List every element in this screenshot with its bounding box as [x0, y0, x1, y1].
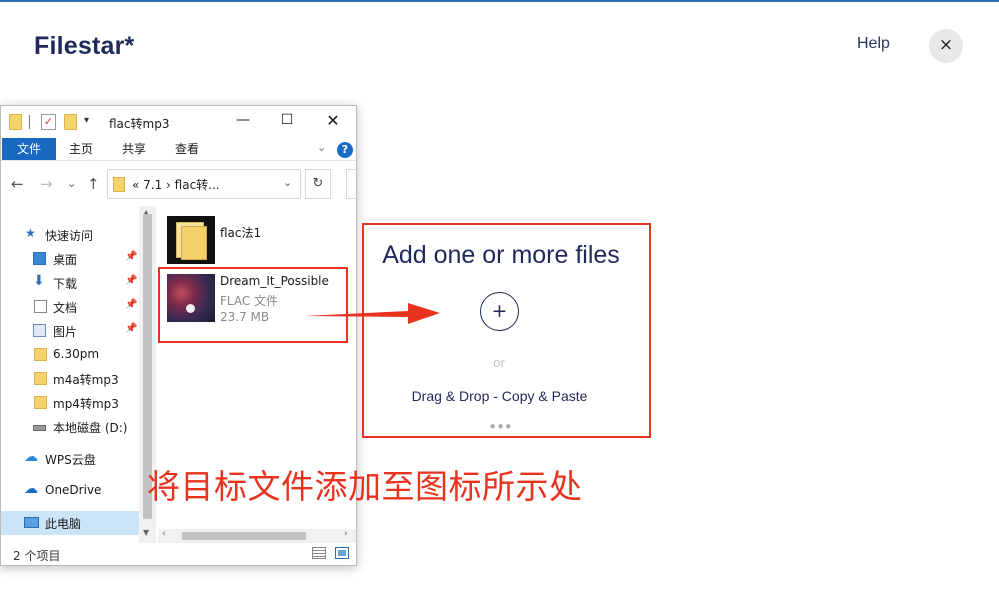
- onedrive-icon: ☁: [24, 481, 38, 497]
- help-icon[interactable]: ?: [337, 142, 353, 158]
- folder-paper: [181, 226, 207, 260]
- new-folder-icon[interactable]: [64, 114, 77, 130]
- folder-thumbnail-icon: [167, 216, 215, 264]
- drag-drop-hint: Drag & Drop - Copy & Paste: [411, 388, 588, 404]
- drive-icon: [33, 425, 46, 431]
- sidebar-item-wps-cloud[interactable]: ☁ WPS云盘: [1, 447, 139, 471]
- sidebar-item-this-pc[interactable]: 此电脑: [1, 511, 139, 535]
- sidebar-item-folder-630pm[interactable]: 6.30pm: [1, 343, 139, 367]
- drop-zone-title: Add one or more files: [382, 241, 620, 269]
- sidebar-item-pictures[interactable]: 图片 📌: [1, 319, 139, 343]
- document-icon: [34, 300, 47, 313]
- close-icon: ×: [938, 35, 954, 55]
- more-options-icon[interactable]: •••: [485, 420, 515, 435]
- recent-locations-icon[interactable]: ⌄: [67, 177, 76, 190]
- sidebar-item-onedrive[interactable]: ☁ OneDrive: [1, 479, 139, 503]
- picture-icon: [33, 324, 46, 337]
- scroll-down-icon[interactable]: ▼: [143, 528, 149, 537]
- computer-icon: [24, 517, 39, 528]
- sidebar-item-documents[interactable]: 文档 📌: [1, 295, 139, 319]
- folder-icon: [34, 348, 47, 361]
- item-count: 2 个项目: [13, 549, 61, 563]
- tab-view[interactable]: 查看: [175, 138, 199, 160]
- sidebar-item-label: 下载: [53, 277, 78, 291]
- add-files-button[interactable]: +: [480, 292, 519, 331]
- star-icon: ★: [25, 226, 36, 240]
- address-path[interactable]: « 7.1 › flac转...: [132, 176, 220, 193]
- address-dropdown-icon[interactable]: ⌄: [283, 176, 292, 189]
- window-title: flac转mp3: [109, 117, 170, 131]
- toolbar-separator: [29, 115, 30, 129]
- tab-file[interactable]: 文件: [2, 138, 56, 160]
- forward-icon[interactable]: →: [40, 175, 53, 193]
- tiles-view-icon[interactable]: [335, 547, 349, 559]
- desktop-icon: [33, 252, 46, 265]
- sidebar-item-label: OneDrive: [45, 483, 102, 497]
- sidebar-item-label: WPS云盘: [45, 453, 96, 467]
- sidebar-item-label: mp4转mp3: [53, 397, 119, 411]
- back-icon[interactable]: ←: [11, 175, 24, 193]
- folder-icon: [34, 396, 47, 409]
- sidebar-item-label: 文档: [53, 301, 78, 315]
- sidebar-item-desktop[interactable]: 桌面 📌: [1, 247, 139, 271]
- sidebar-item-label: 此电脑: [45, 517, 82, 531]
- plus-icon: +: [491, 300, 508, 322]
- navigation-bar: ← → ⌄ ↑ « 7.1 › flac转... ⌄ ↻: [1, 161, 358, 206]
- address-bar[interactable]: « 7.1 › flac转... ⌄: [107, 169, 301, 199]
- sidebar-item-label: m4a转mp3: [53, 373, 119, 387]
- status-bar: 2 个项目: [1, 543, 356, 566]
- maximize-button[interactable]: ☐: [277, 112, 297, 132]
- sidebar-item-drive-d[interactable]: 本地磁盘 (D:): [1, 415, 139, 439]
- list-item[interactable]: flac法1: [164, 212, 344, 268]
- instruction-caption: 将目标文件添加至图标所示处: [147, 467, 583, 506]
- pin-icon[interactable]: 📌: [125, 251, 137, 262]
- download-icon: ⬇: [33, 273, 45, 289]
- sidebar-item-label: 图片: [53, 325, 78, 339]
- minimize-button[interactable]: —: [233, 112, 253, 132]
- pin-icon[interactable]: 📌: [125, 299, 137, 310]
- scroll-right-icon[interactable]: ›: [344, 529, 348, 539]
- window-close-button[interactable]: ✕: [323, 111, 343, 131]
- sidebar-item-quick-access[interactable]: ★ 快速访问: [1, 223, 139, 247]
- or-divider: or: [493, 355, 505, 370]
- sidebar-item-label: 本地磁盘 (D:): [53, 421, 128, 435]
- sidebar-item-label: 桌面: [53, 253, 78, 267]
- customize-toolbar-icon[interactable]: ▾: [84, 115, 89, 126]
- help-link[interactable]: Help: [857, 35, 890, 53]
- details-view-icon[interactable]: [312, 547, 326, 559]
- folder-icon: [9, 114, 22, 130]
- search-input[interactable]: [346, 169, 358, 199]
- sidebar-item-downloads[interactable]: ⬇ 下载 📌: [1, 271, 139, 295]
- sidebar-item-folder-m4a[interactable]: m4a转mp3: [1, 367, 139, 391]
- sidebar-item-label: 快速访问: [45, 229, 94, 243]
- sidebar-item-folder-mp4[interactable]: mp4转mp3: [1, 391, 139, 415]
- tab-home[interactable]: 主页: [69, 138, 93, 160]
- properties-icon[interactable]: ✓: [41, 114, 56, 130]
- close-button[interactable]: ×: [929, 29, 963, 63]
- cloud-icon: ☁: [24, 449, 38, 465]
- file-list-scrollbar[interactable]: ‹ ›: [158, 529, 356, 543]
- top-accent-line: [0, 0, 999, 2]
- refresh-button[interactable]: ↻: [305, 169, 331, 199]
- folder-icon: [34, 372, 47, 385]
- expand-ribbon-icon[interactable]: ⌄: [317, 141, 326, 154]
- file-name: flac法1: [220, 226, 262, 240]
- folder-icon: [113, 177, 125, 192]
- filestar-logo: Filestar*: [34, 32, 135, 60]
- scrollbar-thumb[interactable]: [182, 532, 306, 540]
- pin-icon[interactable]: 📌: [125, 275, 137, 286]
- navigation-pane: ★ 快速访问 桌面 📌 ⬇ 下载 📌 文档 📌 图片 📌 6.30pm m4a转…: [1, 206, 156, 543]
- up-icon[interactable]: ↑: [87, 175, 100, 193]
- sidebar-item-label: 6.30pm: [53, 347, 100, 361]
- pin-icon[interactable]: 📌: [125, 323, 137, 334]
- scroll-left-icon[interactable]: ‹: [162, 529, 166, 539]
- explorer-titlebar: ✓ ▾ flac转mp3 — ☐ ✕: [1, 106, 356, 138]
- tab-share[interactable]: 共享: [122, 138, 146, 160]
- ribbon-tabs: 文件 主页 共享 查看 ⌄ ?: [1, 138, 356, 161]
